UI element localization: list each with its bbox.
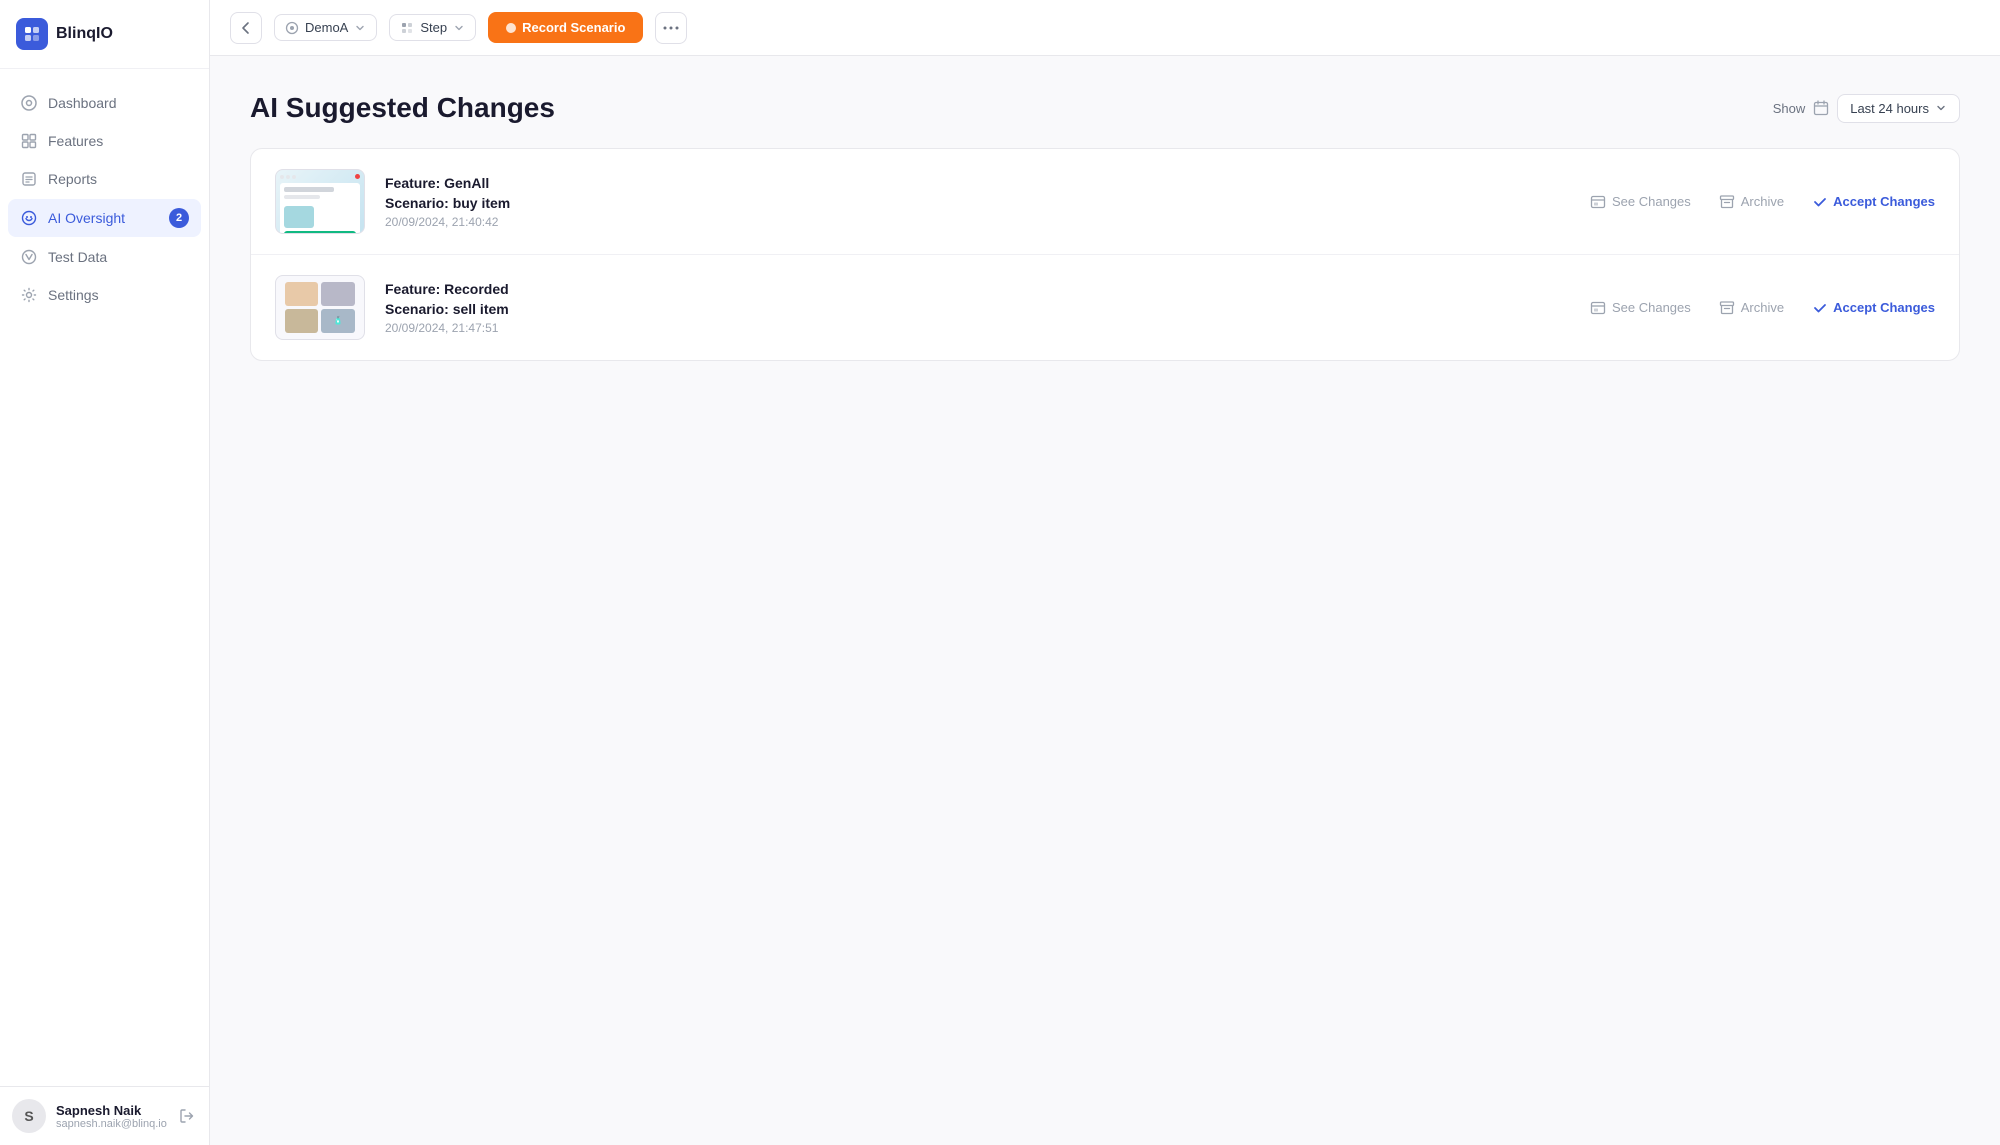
sidebar-logo: BlinqIO: [0, 0, 209, 69]
sidebar-item-reports-label: Reports: [48, 171, 97, 187]
sidebar-item-features[interactable]: Features: [8, 123, 201, 159]
user-email: sapnesh.naik@blinq.io: [56, 1118, 167, 1130]
suggestion-info-2: Feature: Recorded Scenario: sell item 20…: [385, 280, 1570, 335]
record-label: Record Scenario: [522, 20, 625, 35]
user-name: Sapnesh Naik: [56, 1103, 167, 1118]
suggestion-title-1: Feature: GenAll Scenario: buy item: [385, 174, 1570, 213]
user-info: Sapnesh Naik sapnesh.naik@blinq.io: [56, 1103, 167, 1130]
app-name: BlinqIO: [56, 25, 113, 43]
see-changes-icon: [1590, 194, 1606, 210]
archive-label-2: Archive: [1741, 300, 1784, 315]
accept-changes-label-2: Accept Changes: [1833, 300, 1935, 315]
suggestion-date-1: 20/09/2024, 21:40:42: [385, 215, 1570, 229]
settings-icon: [20, 286, 38, 304]
sidebar-item-dashboard-label: Dashboard: [48, 95, 117, 111]
demo-label: DemoA: [305, 20, 348, 35]
demo-selector[interactable]: DemoA: [274, 14, 377, 41]
record-dot: [506, 23, 516, 33]
accept-changes-button-2[interactable]: Accept Changes: [1812, 300, 1935, 316]
accept-changes-label-1: Accept Changes: [1833, 194, 1935, 209]
sidebar-item-reports[interactable]: Reports: [8, 161, 201, 197]
suggestion-thumbnail-1: CONFIRM: [275, 169, 365, 234]
suggestion-row-2: 🧴 Feature: Recorded Scenario: sell item …: [251, 255, 1959, 360]
ai-oversight-badge: 2: [169, 208, 189, 228]
archive-button-2[interactable]: Archive: [1719, 300, 1784, 316]
sidebar-item-test-data[interactable]: Test Data: [8, 239, 201, 275]
accept-changes-button-1[interactable]: Accept Changes: [1812, 194, 1935, 210]
archive-label-1: Archive: [1741, 194, 1784, 209]
show-label: Show: [1773, 101, 1806, 116]
show-filter: Show Last 24 hours: [1773, 94, 1960, 123]
chevron-down-icon: [1935, 102, 1947, 114]
sidebar: BlinqIO Dashboard Features: [0, 0, 210, 1145]
row-actions-1: See Changes Archive Accept Changes: [1590, 194, 1935, 210]
step-selector[interactable]: Step: [389, 14, 476, 41]
reports-icon: [20, 170, 38, 188]
suggestion-date-2: 20/09/2024, 21:47:51: [385, 321, 1570, 335]
filter-dropdown[interactable]: Last 24 hours: [1837, 94, 1960, 123]
user-profile: S Sapnesh Naik sapnesh.naik@blinq.io: [0, 1086, 209, 1145]
suggestion-info-1: Feature: GenAll Scenario: buy item 20/09…: [385, 174, 1570, 229]
archive-icon-2: [1719, 300, 1735, 316]
see-changes-button-2[interactable]: See Changes: [1590, 300, 1691, 316]
page-title: AI Suggested Changes: [250, 92, 555, 124]
sidebar-item-settings[interactable]: Settings: [8, 277, 201, 313]
sidebar-item-ai-oversight[interactable]: AI Oversight 2: [8, 199, 201, 237]
sidebar-item-test-data-label: Test Data: [48, 249, 107, 265]
archive-button-1[interactable]: Archive: [1719, 194, 1784, 210]
see-changes-icon-2: [1590, 300, 1606, 316]
see-changes-button-1[interactable]: See Changes: [1590, 194, 1691, 210]
page-header: AI Suggested Changes Show Last 24 hours: [250, 92, 1960, 124]
suggestion-title-2: Feature: Recorded Scenario: sell item: [385, 280, 1570, 319]
suggestion-thumbnail-2: 🧴: [275, 275, 365, 340]
sidebar-item-ai-oversight-label: AI Oversight: [48, 210, 125, 226]
archive-icon-1: [1719, 194, 1735, 210]
avatar: S: [12, 1099, 46, 1133]
ai-oversight-icon: [20, 209, 38, 227]
suggestion-row: CONFIRM Feature: GenAll Scenario: buy it…: [251, 149, 1959, 255]
see-changes-label-2: See Changes: [1612, 300, 1691, 315]
record-scenario-button[interactable]: Record Scenario: [488, 12, 643, 43]
calendar-icon: [1813, 100, 1829, 116]
row-actions-2: See Changes Archive Accept Changes: [1590, 300, 1935, 316]
features-icon: [20, 132, 38, 150]
more-options-button[interactable]: [655, 12, 687, 44]
topbar: DemoA Step Record Scenario: [210, 0, 2000, 56]
main-content: AI Suggested Changes Show Last 24 hours: [210, 56, 2000, 1145]
test-data-icon: [20, 248, 38, 266]
sidebar-nav: Dashboard Features: [0, 69, 209, 1086]
logout-button[interactable]: [177, 1106, 197, 1126]
see-changes-label-1: See Changes: [1612, 194, 1691, 209]
dashboard-icon: [20, 94, 38, 112]
sidebar-item-features-label: Features: [48, 133, 103, 149]
step-label: Step: [420, 20, 447, 35]
collapse-sidebar-button[interactable]: [230, 12, 262, 44]
accept-icon-1: [1812, 194, 1828, 210]
suggestions-list: CONFIRM Feature: GenAll Scenario: buy it…: [250, 148, 1960, 361]
sidebar-item-settings-label: Settings: [48, 287, 99, 303]
filter-label: Last 24 hours: [1850, 101, 1929, 116]
sidebar-item-dashboard[interactable]: Dashboard: [8, 85, 201, 121]
logo-icon: [16, 18, 48, 50]
accept-icon-2: [1812, 300, 1828, 316]
